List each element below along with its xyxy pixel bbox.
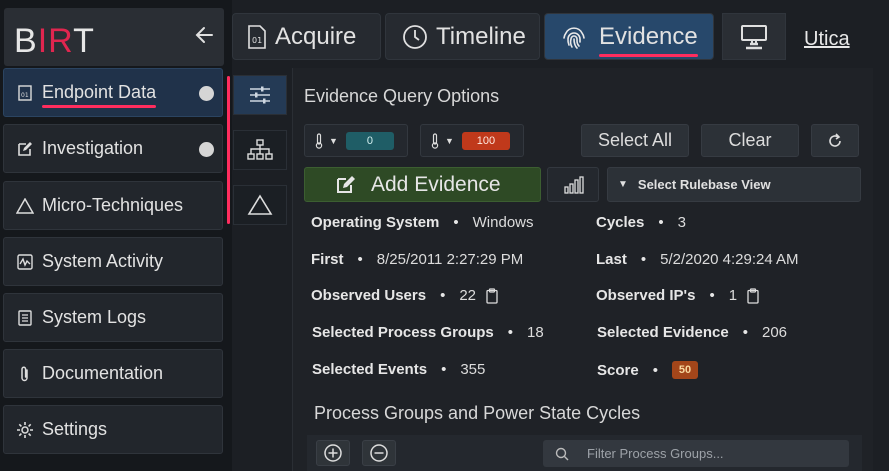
refresh-icon xyxy=(829,132,841,147)
caret-down-icon: ▼ xyxy=(445,135,454,146)
activity-monitor-icon xyxy=(16,253,34,271)
info-process-groups: Selected Process Groups • 18 xyxy=(312,324,544,341)
sidebar-item-label: System Activity xyxy=(42,251,164,271)
add-evidence-button[interactable]: Add Evidence xyxy=(304,167,541,202)
fingerprint-icon xyxy=(561,24,587,50)
info-first: First • 8/25/2011 2:27:29 PM xyxy=(311,251,524,268)
sitemap-icon xyxy=(247,139,273,160)
sidebar-item-documentation[interactable]: Documentation xyxy=(3,349,223,398)
filter-options-button[interactable] xyxy=(233,75,287,115)
search-icon xyxy=(555,447,569,460)
svg-text:01: 01 xyxy=(252,36,262,45)
binary-file-icon: 01 xyxy=(247,24,267,49)
tab-acquire[interactable]: 01 Acquire xyxy=(232,13,381,60)
threshold-high-dropdown[interactable]: ▼ 100 xyxy=(420,124,524,157)
sidebar-item-endpoint-data[interactable]: 01 Endpoint Data xyxy=(3,68,223,117)
sliders-icon xyxy=(250,86,270,104)
status-dot xyxy=(199,86,214,101)
info-last: Last • 5/2/2020 4:29:24 AM xyxy=(596,251,799,268)
threshold-high-value: 100 xyxy=(461,131,510,150)
host-link[interactable]: Utica xyxy=(804,28,850,51)
threshold-low-value: 0 xyxy=(345,131,394,150)
sidebar-item-label: Documentation xyxy=(42,363,164,383)
tab-timeline[interactable]: Timeline xyxy=(385,13,540,60)
micro-techniques-button[interactable] xyxy=(233,185,287,225)
clear-button[interactable]: Clear xyxy=(701,124,799,157)
info-score: Score • 50 xyxy=(597,361,698,379)
info-ips: Observed IP's • 1 xyxy=(596,287,759,304)
paperclip-icon xyxy=(16,365,34,383)
rulebase-dropdown[interactable]: ▼ Select Rulebase View xyxy=(607,167,861,202)
sidebar-item-label: Investigation xyxy=(42,138,144,158)
refresh-button[interactable] xyxy=(811,124,859,157)
info-selected-events: Selected Events • 355 xyxy=(312,361,486,378)
status-dot xyxy=(199,142,214,157)
sidebar-item-label: Settings xyxy=(42,419,108,439)
svg-text:01: 01 xyxy=(21,92,29,99)
threshold-low-dropdown[interactable]: ▼ 0 xyxy=(304,124,408,157)
sidebar-item-investigation[interactable]: Investigation xyxy=(3,124,223,173)
collapse-all-button[interactable] xyxy=(362,440,396,466)
expand-all-button[interactable] xyxy=(316,440,350,466)
edit-icon xyxy=(335,175,355,195)
score-badge: 50 xyxy=(671,361,698,379)
brand-header: BIRT xyxy=(4,8,224,66)
caret-down-icon: ▼ xyxy=(329,135,338,146)
clock-icon xyxy=(402,24,428,50)
document-icon xyxy=(16,309,34,327)
info-selected-evidence: Selected Evidence • 206 xyxy=(597,324,788,341)
arrow-left-icon[interactable] xyxy=(194,24,216,46)
clipboard-icon[interactable] xyxy=(747,287,759,304)
triangle-icon xyxy=(247,194,273,215)
tab-label: Timeline xyxy=(436,22,526,50)
plus-circle-icon xyxy=(324,444,342,462)
active-indicator xyxy=(227,76,230,224)
binary-file-icon: 01 xyxy=(16,84,34,102)
info-users: Observed Users • 22 xyxy=(311,287,498,304)
edit-icon xyxy=(16,140,34,158)
thermometer-icon xyxy=(431,132,439,149)
hierarchy-button[interactable] xyxy=(233,130,287,170)
select-all-button[interactable]: Select All xyxy=(581,124,689,157)
panel-title: Evidence Query Options xyxy=(304,86,500,106)
sidebar-item-system-logs[interactable]: System Logs xyxy=(3,293,223,342)
thermometer-icon xyxy=(315,132,323,149)
filter-process-groups-input[interactable] xyxy=(587,446,827,461)
add-evidence-label: Add Evidence xyxy=(371,172,501,196)
sidebar-item-label: System Logs xyxy=(42,307,147,327)
gear-icon xyxy=(16,421,34,439)
brand-logo: BIRT xyxy=(14,22,95,60)
info-os: Operating System • Windows xyxy=(311,214,534,231)
clipboard-icon[interactable] xyxy=(486,287,498,304)
sidebar-item-label: Endpoint Data xyxy=(42,82,157,108)
triangle-icon xyxy=(16,197,34,215)
minus-circle-icon xyxy=(370,444,388,462)
tab-label: Acquire xyxy=(275,22,357,50)
computer-icon xyxy=(741,24,767,49)
filter-box xyxy=(543,440,849,467)
section-title: Process Groups and Power State Cycles xyxy=(314,403,641,423)
caret-down-icon: ▼ xyxy=(618,179,628,190)
tab-evidence[interactable]: Evidence xyxy=(544,13,714,60)
tab-label: Evidence xyxy=(599,22,698,57)
info-cycles: Cycles • 3 xyxy=(596,214,686,231)
bar-chart-icon xyxy=(564,175,584,194)
host-button[interactable] xyxy=(722,13,786,60)
chart-button[interactable] xyxy=(547,167,599,202)
sidebar-item-micro-techniques[interactable]: Micro-Techniques xyxy=(3,181,223,230)
rulebase-label: Select Rulebase View xyxy=(637,177,771,192)
sidebar-item-label: Micro-Techniques xyxy=(42,195,184,215)
sidebar-item-system-activity[interactable]: System Activity xyxy=(3,237,223,286)
sidebar-item-settings[interactable]: Settings xyxy=(3,405,223,454)
